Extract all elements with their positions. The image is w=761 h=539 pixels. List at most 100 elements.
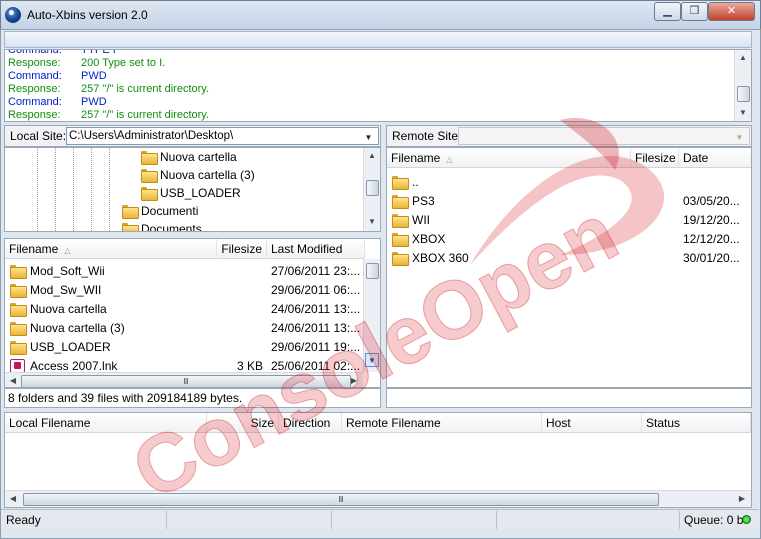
- log-scroll-thumb[interactable]: [737, 86, 750, 102]
- cell-filename: Mod_Sw_WII: [10, 281, 215, 300]
- table-row[interactable]: XBOX 360 30/01/20...: [387, 249, 751, 268]
- column-filesize[interactable]: Filesize: [217, 239, 267, 259]
- column-last-modified[interactable]: Last Modified: [267, 239, 365, 259]
- remote-site-bar: Remote Site: ▼: [386, 125, 752, 147]
- column-filename[interactable]: Filename △: [5, 239, 217, 259]
- chevron-down-icon[interactable]: ▼: [731, 129, 748, 144]
- folder-icon: [392, 195, 409, 209]
- local-list-header: Filename △ Filesize Last Modified: [5, 239, 365, 259]
- minimize-button[interactable]: ▁: [654, 2, 681, 21]
- column-label: Remote Filename: [346, 416, 441, 430]
- remote-site-combo[interactable]: ▼: [458, 127, 750, 145]
- remote-file-list[interactable]: Filename △ Filesize Date .. PS3 03/05/20...…: [386, 147, 752, 388]
- local-folder-tree[interactable]: Nuova cartella Nuova cartella (3) USB_LOAD…: [4, 147, 381, 232]
- scroll-up-icon[interactable]: ▲: [735, 51, 751, 65]
- cell-filename: WII: [392, 211, 627, 230]
- local-list-hscrollbar[interactable]: ◀ Ⅲ ▶: [5, 372, 363, 387]
- column-remote-filename[interactable]: Remote Filename: [342, 413, 542, 433]
- scroll-down-icon[interactable]: ▼: [365, 353, 379, 367]
- file-name: Nuova cartella: [30, 302, 107, 316]
- tree-item[interactable]: Nuova cartella: [141, 148, 237, 166]
- tree-guide-line: [91, 148, 92, 231]
- cell-filename: Nuova cartella (3): [10, 319, 215, 338]
- tree-scroll-thumb[interactable]: [366, 180, 379, 196]
- sort-arrow-icon: △: [64, 246, 71, 255]
- local-site-label: Local Site:: [10, 129, 67, 143]
- scroll-right-icon[interactable]: ▶: [347, 374, 361, 387]
- cell-date: 12/12/20...: [683, 232, 740, 246]
- table-row[interactable]: PS3 03/05/20...: [387, 192, 751, 211]
- log-label: Response:: [8, 109, 61, 121]
- scroll-right-icon[interactable]: ▶: [735, 492, 749, 506]
- tree-scrollbar[interactable]: ▲ ▼: [363, 148, 380, 231]
- table-row[interactable]: WII 19/12/20...: [387, 211, 751, 230]
- log-message: PWD: [81, 70, 107, 82]
- maximize-button[interactable]: ❐: [681, 2, 708, 21]
- local-site-combo[interactable]: C:\Users\Administrator\Desktop\ ▼: [66, 127, 379, 145]
- tree-item[interactable]: USB_LOADER: [141, 184, 241, 202]
- folder-icon: [122, 205, 139, 219]
- table-row[interactable]: Nuova cartella 24/06/2011 13:...: [5, 300, 363, 319]
- cell-modified: 24/06/2011 13:...: [271, 302, 361, 316]
- log-line: Response: 200 Type set to I.: [8, 57, 728, 70]
- column-size[interactable]: Size: [207, 413, 279, 433]
- cell-date: 19/12/20...: [683, 213, 740, 227]
- folder-icon: [141, 169, 158, 183]
- file-name: XBOX: [412, 232, 446, 246]
- scroll-down-icon[interactable]: ▼: [364, 215, 380, 229]
- log-scrollbar[interactable]: ▲ ▼: [734, 50, 751, 121]
- file-name: XBOX 360: [412, 251, 469, 265]
- log-message: 257 "/" is current directory.: [81, 83, 210, 95]
- tree-item[interactable]: Documenti: [122, 202, 198, 220]
- transfer-queue[interactable]: Local Filename Size Direction Remote Fil…: [4, 412, 752, 508]
- sort-arrow-icon: △: [446, 155, 453, 164]
- tree-item[interactable]: Nuova cartella (3): [141, 166, 255, 184]
- cell-filename: PS3: [392, 192, 627, 211]
- local-file-list[interactable]: Filename △ Filesize Last Modified Mod_Sof…: [4, 238, 381, 388]
- close-button[interactable]: ✕: [708, 2, 755, 21]
- scroll-up-icon[interactable]: ▲: [364, 149, 380, 163]
- column-label: Size: [250, 416, 274, 430]
- folder-icon: [10, 265, 27, 279]
- cell-modified: 29/06/2011 06:...: [271, 283, 361, 297]
- scroll-down-icon[interactable]: ▼: [735, 106, 751, 120]
- log-line: Response: 257 "/" is current directory.: [8, 83, 728, 96]
- chevron-down-icon[interactable]: ▼: [360, 129, 377, 144]
- column-filename[interactable]: Filename △: [387, 148, 631, 168]
- column-date[interactable]: Date: [679, 148, 751, 168]
- table-row[interactable]: ..: [387, 173, 751, 192]
- table-row[interactable]: Mod_Sw_WII 29/06/2011 06:...: [5, 281, 363, 300]
- table-row[interactable]: Nuova cartella (3) 24/06/2011 13:...: [5, 319, 363, 338]
- column-label: Filesize: [635, 151, 676, 165]
- queue-hscrollbar[interactable]: ◀ Ⅲ ▶: [5, 490, 751, 507]
- column-filesize[interactable]: Filesize: [631, 148, 679, 168]
- local-list-hscroll-thumb[interactable]: Ⅲ: [21, 375, 351, 387]
- folder-icon: [392, 176, 409, 190]
- local-list-scroll-thumb[interactable]: [366, 263, 379, 279]
- folder-icon: [392, 252, 409, 266]
- queue-hscroll-thumb[interactable]: Ⅲ: [23, 493, 659, 506]
- table-row[interactable]: USB_LOADER 29/06/2011 19:...: [5, 338, 363, 357]
- folder-icon: [392, 214, 409, 228]
- remote-site-label: Remote Site:: [392, 129, 462, 143]
- column-local-filename[interactable]: Local Filename: [5, 413, 207, 433]
- scroll-left-icon[interactable]: ◀: [6, 374, 20, 387]
- folder-icon: [392, 233, 409, 247]
- scroll-left-icon[interactable]: ◀: [6, 492, 20, 506]
- table-row[interactable]: XBOX 12/12/20...: [387, 230, 751, 249]
- cell-modified: 24/06/2011 13:...: [271, 321, 361, 335]
- column-host[interactable]: Host: [542, 413, 642, 433]
- table-row[interactable]: Mod_Soft_Wii 27/06/2011 23:...: [5, 262, 363, 281]
- cell-date: 30/01/20...: [683, 251, 740, 265]
- tree-guide-line: [55, 148, 56, 231]
- local-list-scrollbar[interactable]: ▼: [363, 259, 380, 372]
- remote-list-header: Filename △ Filesize Date: [387, 148, 751, 168]
- column-status[interactable]: Status: [642, 413, 751, 433]
- log-pane: Command: TYPE I Response: 200 Type set to I…: [4, 49, 752, 122]
- column-direction[interactable]: Direction: [279, 413, 342, 433]
- folder-icon: [141, 187, 158, 201]
- status-separator: [679, 511, 680, 529]
- file-name: Mod_Sw_WII: [30, 283, 102, 297]
- tree-item[interactable]: Documents: [122, 220, 202, 231]
- file-name: Nuova cartella (3): [30, 321, 125, 335]
